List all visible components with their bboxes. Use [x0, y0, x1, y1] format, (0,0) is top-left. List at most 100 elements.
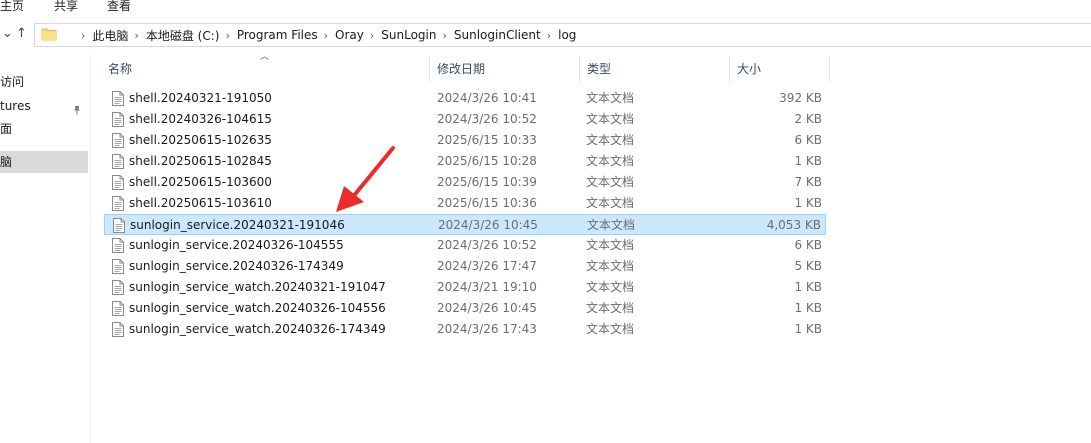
file-type: 文本文档	[586, 91, 635, 105]
folder-icon	[41, 27, 57, 44]
file-date: 2025/6/15 10:36	[437, 196, 537, 210]
file-type: 文本文档	[586, 301, 635, 315]
file-name: shell.20250615-103610	[129, 196, 272, 210]
file-row[interactable]: sunlogin_service.20240321-191046 2024/3/2…	[104, 214, 826, 235]
tab-view[interactable]: 查看	[107, 0, 131, 14]
text-file-icon	[112, 280, 124, 298]
file-size: 1 KB	[794, 280, 822, 294]
file-row[interactable]: sunlogin_service.20240326-104555 2024/3/2…	[104, 235, 826, 256]
crumb-sunlogin[interactable]: SunLogin	[381, 28, 436, 42]
file-row[interactable]: sunlogin_service_watch.20240326-174349 20…	[104, 319, 826, 340]
text-file-icon	[112, 91, 124, 109]
file-size: 6 KB	[794, 133, 822, 147]
text-file-icon	[113, 218, 125, 236]
file-size: 5 KB	[794, 259, 822, 273]
chevron-right-icon[interactable]: ›	[436, 29, 453, 42]
file-row[interactable]: shell.20250615-103600 2025/6/15 10:39 文本文档…	[104, 172, 826, 193]
nav-item-desktop[interactable]: 面	[0, 118, 88, 140]
file-type: 文本文档	[586, 112, 635, 126]
file-type: 文本文档	[586, 154, 635, 168]
text-file-icon	[112, 259, 124, 277]
chevron-right-icon[interactable]: ›	[318, 29, 335, 42]
crumb-oray[interactable]: Oray	[335, 28, 364, 42]
chevron-right-icon[interactable]: ›	[219, 29, 236, 42]
file-row[interactable]: sunlogin_service_watch.20240326-104556 20…	[104, 298, 826, 319]
chevron-right-icon[interactable]: ›	[541, 29, 558, 42]
file-name: sunlogin_service_watch.20240326-104556	[129, 301, 386, 315]
file-type: 文本文档	[586, 175, 635, 189]
chevron-down-icon[interactable]: ⌄	[2, 26, 13, 41]
text-file-icon	[112, 112, 124, 130]
file-row[interactable]: shell.20250615-103610 2025/6/15 10:36 文本文档…	[104, 193, 826, 214]
file-size: 4,053 KB	[766, 218, 821, 232]
nav-item-label: 访问	[0, 75, 25, 89]
navigation-pane: 访问 tures 面 脑	[0, 52, 88, 443]
text-file-icon	[112, 133, 124, 151]
file-size: 2 KB	[794, 112, 822, 126]
file-size: 1 KB	[794, 322, 822, 336]
file-size: 6 KB	[794, 238, 822, 252]
nav-item-quick-access[interactable]: 访问	[0, 71, 88, 93]
column-header-size[interactable]: 大小	[737, 56, 827, 82]
column-divider[interactable]	[729, 56, 730, 82]
column-header-type[interactable]: 类型	[587, 56, 727, 82]
file-type: 文本文档	[587, 218, 636, 232]
file-date: 2024/3/26 10:45	[437, 301, 537, 315]
file-name: shell.20240326-104615	[129, 112, 272, 126]
chevron-right-icon[interactable]: ›	[75, 29, 92, 42]
up-arrow-icon[interactable]: ↑	[16, 26, 27, 41]
file-name: sunlogin_service.20240326-174349	[129, 259, 344, 273]
file-type: 文本文档	[586, 280, 635, 294]
crumb-sunloginclient[interactable]: SunloginClient	[454, 28, 541, 42]
file-date: 2025/6/15 10:39	[437, 175, 537, 189]
annotation-arrow-icon	[336, 146, 395, 212]
chevron-right-icon[interactable]: ›	[364, 29, 381, 42]
column-divider[interactable]	[579, 56, 580, 82]
nav-item-label: tures	[0, 99, 31, 113]
crumb-program-files[interactable]: Program Files	[237, 28, 318, 42]
file-row[interactable]: sunlogin_service_watch.20240321-191047 20…	[104, 277, 826, 298]
file-name: shell.20250615-103600	[129, 175, 272, 189]
text-file-icon	[112, 238, 124, 256]
address-bar-row: ⌄ ↑ › 此电脑 › 本地磁盘 (C:) › Program Files › …	[0, 22, 1091, 50]
text-file-icon	[112, 322, 124, 340]
pane-divider[interactable]	[90, 52, 91, 443]
nav-item-pictures[interactable]: tures	[0, 95, 88, 117]
nav-item-label: 脑	[0, 155, 13, 169]
file-date: 2024/3/21 19:10	[437, 280, 537, 294]
file-date: 2025/6/15 10:33	[437, 133, 537, 147]
tab-share[interactable]: 共享	[54, 0, 78, 14]
crumb-log[interactable]: log	[558, 28, 576, 42]
column-header-date[interactable]: 修改日期	[437, 56, 577, 82]
crumb-this-pc[interactable]: 此电脑	[92, 27, 128, 44]
file-date: 2024/3/26 17:47	[437, 259, 537, 273]
file-row[interactable]: shell.20250615-102845 2025/6/15 10:28 文本文档…	[104, 151, 826, 172]
chevron-right-icon[interactable]: ›	[128, 29, 145, 42]
tab-home[interactable]: 主页	[0, 0, 24, 14]
file-name: shell.20240321-191050	[129, 91, 272, 105]
column-divider[interactable]	[829, 56, 830, 82]
nav-item-this-pc[interactable]: 脑	[0, 151, 88, 173]
file-type: 文本文档	[586, 238, 635, 252]
file-type: 文本文档	[586, 196, 635, 210]
file-row[interactable]: shell.20240326-104615 2024/3/26 10:52 文本文档…	[104, 109, 826, 130]
file-name: sunlogin_service_watch.20240321-191047	[129, 280, 386, 294]
file-date: 2024/3/26 10:41	[437, 91, 537, 105]
file-row[interactable]: shell.20250615-102635 2025/6/15 10:33 文本文档…	[104, 130, 826, 151]
nav-item-label: 面	[0, 122, 13, 136]
address-bar[interactable]: › 此电脑 › 本地磁盘 (C:) › Program Files › Oray…	[34, 23, 1091, 47]
file-row[interactable]: sunlogin_service.20240326-174349 2024/3/2…	[104, 256, 826, 277]
text-file-icon	[112, 196, 124, 214]
file-date: 2024/3/26 10:52	[437, 112, 537, 126]
file-date: 2025/6/15 10:28	[437, 154, 537, 168]
ribbon-tabs: 主页 共享 查看	[0, 0, 1091, 16]
column-header-name[interactable]: 名称	[108, 56, 428, 82]
file-row[interactable]: shell.20240321-191050 2024/3/26 10:41 文本文档…	[104, 88, 826, 109]
file-type: 文本文档	[586, 259, 635, 273]
pin-icon	[72, 100, 82, 117]
file-name: sunlogin_service_watch.20240326-174349	[129, 322, 386, 336]
text-file-icon	[112, 301, 124, 319]
column-divider[interactable]	[429, 56, 430, 82]
file-name: shell.20250615-102845	[129, 154, 272, 168]
crumb-local-disk[interactable]: 本地磁盘 (C:)	[146, 27, 220, 44]
